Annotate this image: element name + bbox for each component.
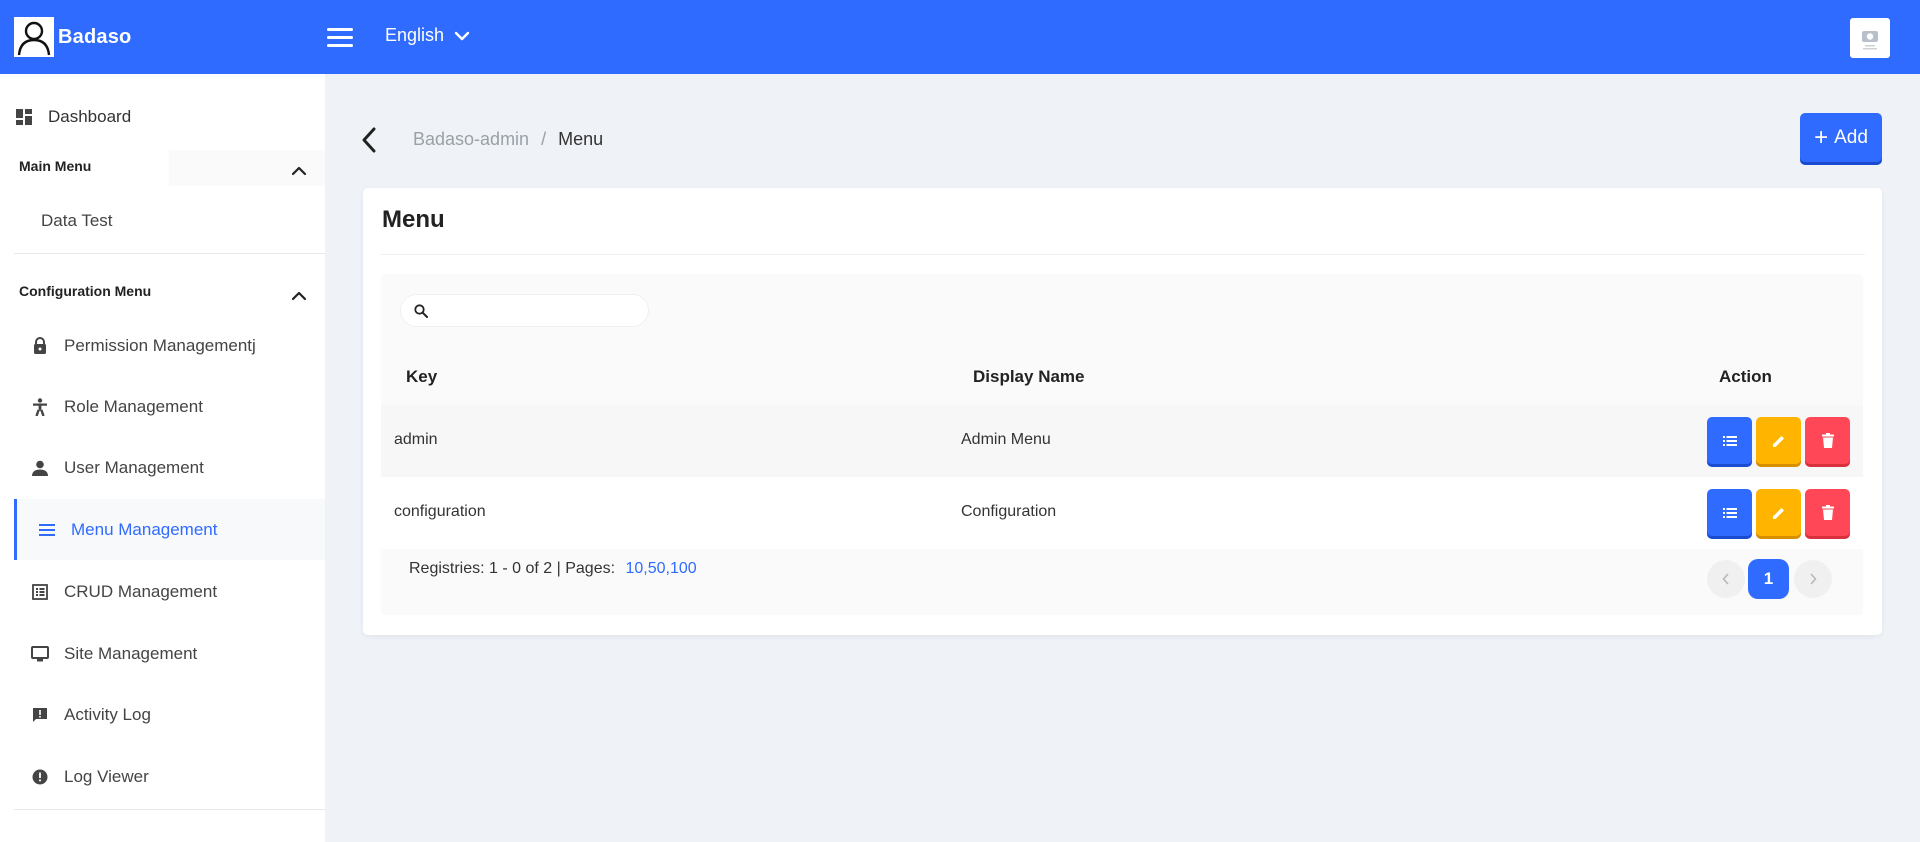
sidebar-item-label: Data Test xyxy=(41,211,113,230)
divider xyxy=(14,809,325,810)
card-title: Menu xyxy=(382,206,445,233)
chevron-left-icon xyxy=(1722,573,1729,585)
user-avatar-logo-icon xyxy=(14,17,54,57)
lock-icon xyxy=(30,337,50,354)
trash-icon xyxy=(1821,433,1834,448)
edit-button[interactable] xyxy=(1756,489,1801,536)
table-row[interactable]: configuration Configuration xyxy=(381,477,1863,549)
sidebar-item-data-test[interactable]: Data Test xyxy=(14,200,325,242)
next-page-button[interactable] xyxy=(1794,560,1832,598)
sidebar-item-site-management[interactable]: Site Management xyxy=(14,623,325,684)
cell-key: configuration xyxy=(394,503,486,520)
cell-key: admin xyxy=(394,431,438,448)
delete-button[interactable] xyxy=(1805,417,1850,464)
brand[interactable]: Badaso xyxy=(14,17,131,57)
chevron-up-icon xyxy=(291,291,307,301)
sidebar-item-label: Dashboard xyxy=(48,106,132,126)
group-title: Configuration Menu xyxy=(19,283,152,299)
sidebar-item-label: User Management xyxy=(64,457,204,477)
builder-button[interactable] xyxy=(1707,489,1752,536)
chevron-up-icon xyxy=(291,166,307,176)
group-title: Main Menu xyxy=(19,158,92,174)
sidebar-item-dashboard[interactable]: Dashboard xyxy=(14,94,325,139)
menu-lines-icon xyxy=(37,523,57,536)
menu-card: Menu Key Display Name Action admin Admin… xyxy=(363,188,1882,635)
list-icon xyxy=(1722,507,1737,518)
registries-summary: Registries: 1 - 0 of 2 | Pages: xyxy=(409,560,616,577)
list-icon xyxy=(1722,435,1737,446)
brand-name: Badaso xyxy=(58,25,132,48)
sidebar-item-user-management[interactable]: User Management xyxy=(14,437,325,498)
language-label: English xyxy=(385,25,445,45)
sidebar-item-log-viewer[interactable]: Log Viewer xyxy=(14,746,325,807)
column-header-display-name[interactable]: Display Name xyxy=(973,367,1085,387)
main-menu-group-header[interactable]: Main Menu xyxy=(14,150,325,186)
search-box[interactable] xyxy=(400,294,649,327)
sidebar: Dashboard Main Menu Data Test Configurat… xyxy=(0,74,325,842)
divider xyxy=(380,254,1865,255)
cell-display-name: Admin Menu xyxy=(961,431,1051,448)
search-input[interactable] xyxy=(439,299,639,323)
page-1-button[interactable]: 1 xyxy=(1748,559,1789,599)
add-button[interactable]: + Add xyxy=(1800,113,1882,162)
sidebar-item-activity-log[interactable]: Activity Log xyxy=(14,684,325,745)
add-button-label: Add xyxy=(1834,126,1868,148)
search-icon xyxy=(414,304,428,318)
trash-icon xyxy=(1821,505,1834,520)
sidebar-item-label: CRUD Management xyxy=(64,581,218,601)
accessibility-icon xyxy=(30,397,50,416)
column-header-action: Action xyxy=(1719,367,1772,386)
top-bar: Badaso English xyxy=(0,0,1920,74)
cell-display-name: Configuration xyxy=(961,503,1057,520)
sidebar-item-crud-management[interactable]: CRUD Management xyxy=(14,561,325,622)
sidebar-item-label: Log Viewer xyxy=(64,766,149,786)
chevron-down-icon xyxy=(454,31,470,40)
back-arrow-icon[interactable] xyxy=(358,126,380,154)
column-header-key[interactable]: Key xyxy=(406,367,437,387)
configuration-menu-group-header[interactable]: Configuration Menu xyxy=(14,275,325,311)
dashboard-icon xyxy=(14,108,34,125)
monitor-icon xyxy=(30,645,50,662)
sidebar-item-role-management[interactable]: Role Management xyxy=(14,376,325,437)
divider xyxy=(14,253,325,254)
chevron-right-icon xyxy=(1810,573,1817,585)
hamburger-menu-icon[interactable] xyxy=(327,28,353,48)
menu-table: Key Display Name Action admin Admin Menu… xyxy=(381,274,1863,615)
breadcrumb-separator: / xyxy=(541,129,547,149)
builder-button[interactable] xyxy=(1707,417,1752,464)
prev-page-button[interactable] xyxy=(1707,560,1745,598)
sidebar-item-label: Activity Log xyxy=(64,704,151,724)
page-size-100[interactable]: ,100 xyxy=(666,560,697,577)
feedback-icon xyxy=(30,707,50,723)
sidebar-item-menu-management[interactable]: Menu Management xyxy=(14,499,325,560)
sidebar-item-label: Permission Managementj xyxy=(64,335,256,355)
error-circle-icon xyxy=(30,769,50,785)
table-footer: Registries: 1 - 0 of 2 | Pages: 10,50,10… xyxy=(409,560,697,578)
list-alt-icon xyxy=(30,583,50,600)
edit-button[interactable] xyxy=(1756,417,1801,464)
profile-avatar[interactable] xyxy=(1850,18,1890,58)
language-selector[interactable]: English xyxy=(385,25,470,46)
sidebar-item-label: Role Management xyxy=(64,396,203,416)
sidebar-item-label: Site Management xyxy=(64,643,198,663)
camera-placeholder-icon xyxy=(1862,31,1878,50)
sidebar-item-permission-management[interactable]: Permission Managementj xyxy=(14,315,325,376)
pencil-icon xyxy=(1772,507,1784,519)
table-row[interactable]: admin Admin Menu xyxy=(381,405,1863,477)
breadcrumb-parent-link[interactable]: Badaso-admin xyxy=(413,129,529,149)
delete-button[interactable] xyxy=(1805,489,1850,536)
page-size-10[interactable]: 10 xyxy=(625,560,643,577)
page-size-50[interactable]: ,50 xyxy=(643,560,665,577)
pencil-icon xyxy=(1772,435,1784,447)
plus-icon: + xyxy=(1814,123,1829,151)
person-icon xyxy=(30,460,50,476)
breadcrumb-current: Menu xyxy=(558,129,604,149)
breadcrumb: Badaso-admin / Menu xyxy=(413,129,603,150)
sidebar-item-label: Menu Management xyxy=(71,519,218,539)
